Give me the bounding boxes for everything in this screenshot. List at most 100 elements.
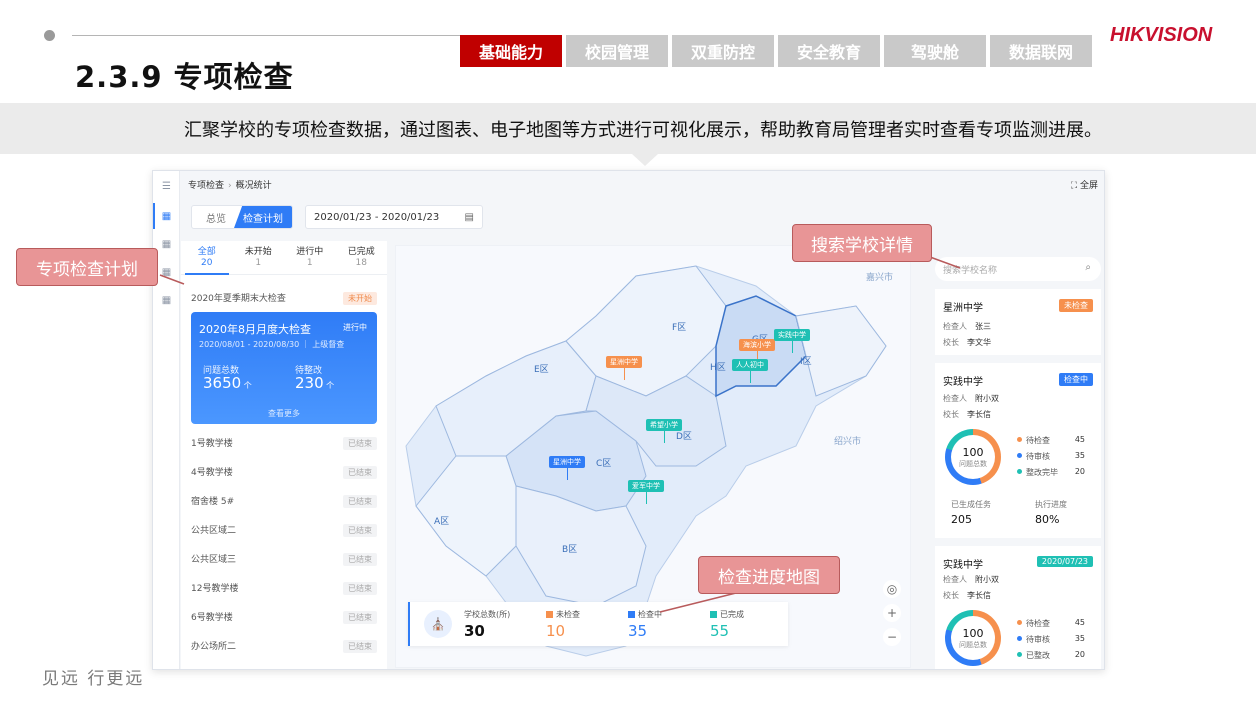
issues-number: 3650 (203, 374, 242, 392)
zoom-out-button[interactable]: − (883, 628, 901, 646)
issue-donut-chart: 100 问题总数 (945, 429, 1001, 485)
kv-value: 附小双 (975, 394, 999, 403)
filter-tab-in-progress[interactable]: 进行中 1 (284, 241, 336, 274)
plan-panel: 全部 20 未开始 1 进行中 1 已完成 18 2020年夏季期末大检查 未开始 20… (181, 241, 388, 669)
stat-value: 35 (628, 622, 648, 640)
callout-search: 搜索学校详情 (792, 224, 932, 262)
grid-icon[interactable]: ▦ (161, 295, 172, 306)
school-card[interactable]: 星洲中学 未检查 检查人 张三 校长 李文华 (935, 289, 1101, 355)
app-window: ☰ ▦ ▦ ▦ ▦ 专项检查 › 概况统计 ⛶ 全屏 总览 检查计划 2020/01… (152, 170, 1105, 670)
active-plan-card[interactable]: 2020年8月月度大检查 进行中 2020/08/01 - 2020/08/30… (191, 312, 377, 424)
stat-label: 检查中 (628, 609, 662, 620)
kv-label: 校长 (943, 338, 959, 347)
plan-item-name: 2020年夏季期末大检查 (191, 294, 286, 304)
slide-title: 2.3.9 专项检查 (75, 60, 294, 94)
plan-item[interactable]: 4号教学楼 已结束 (191, 465, 377, 481)
school-card[interactable]: 实践中学 2020/07/23 检查人 附小双 校长 李长信 100 问题总数 待检查… (935, 546, 1101, 669)
kv-label: 检查人 (943, 322, 967, 331)
school-card[interactable]: 实践中学 检查中 检查人 附小双 校长 李长信 100 问题总数 待检查 45 待审核 3… (935, 363, 1101, 538)
kv-label: 校长 (943, 410, 959, 419)
progress-stat: 执行进度 80% (1035, 499, 1067, 526)
zoom-in-button[interactable]: + (883, 604, 901, 622)
nav-tab-cockpit[interactable]: 驾驶舱 (884, 35, 986, 67)
plan-item[interactable]: 2020年夏季期末大检查 未开始 (191, 291, 377, 307)
school-pin[interactable]: 星洲中学 (549, 456, 585, 480)
nav-tab-campus[interactable]: 校园管理 (566, 35, 668, 67)
school-pin[interactable]: 爱军中学 (628, 480, 664, 504)
school-pin[interactable]: 星洲中学 (606, 356, 642, 380)
nav-tab-dual-control[interactable]: 双重防控 (672, 35, 774, 67)
plan-item[interactable]: 办公场所二 已结束 (191, 639, 377, 655)
plan-item-name: 12号教学楼 (191, 584, 239, 594)
menu-icon[interactable]: ☰ (161, 181, 172, 192)
legend-item: 待审核 35 (1017, 634, 1093, 645)
mini-label: 已生成任务 (951, 500, 991, 509)
stat-total: 学校总数(所) 30 (464, 609, 510, 640)
view-more-link[interactable]: 查看更多 (191, 408, 377, 419)
slide-subtitle: 汇聚学校的专项检查数据，通过图表、电子地图等方式进行可视化展示，帮助教育局管理者… (184, 119, 1102, 141)
plan-date: 2020/08/01 - 2020/08/30 (199, 340, 300, 349)
legend-value: 35 (1074, 451, 1085, 460)
plan-card-status: 进行中 (343, 323, 367, 332)
plan-item[interactable]: 公共区域二 已结束 (191, 523, 377, 539)
date-range-picker[interactable]: 2020/01/23 - 2020/01/23 ▤ (305, 205, 483, 229)
mini-value: 80% (1035, 513, 1060, 526)
stat-unchecked: 未检查 10 (546, 609, 580, 640)
donut-value: 100 (962, 446, 984, 459)
school-pin[interactable]: 希望小学 (646, 419, 682, 443)
issue-donut-chart: 100 问题总数 (945, 610, 1001, 666)
fullscreen-button[interactable]: ⛶ 全屏 (1071, 178, 1098, 191)
school-pin[interactable]: 实践中学 (774, 329, 810, 353)
donut-label: 问题总数 (959, 641, 987, 649)
slogan: 见远 行更远 (42, 669, 145, 689)
filter-tab-completed[interactable]: 已完成 18 (336, 241, 388, 274)
legend-dot (1017, 652, 1022, 657)
grid-icon[interactable]: ▦ (161, 267, 172, 278)
date-range-value: 2020/01/23 - 2020/01/23 (314, 211, 440, 223)
left-rail: ☰ ▦ ▦ ▦ ▦ (153, 171, 180, 669)
plan-card-date: 2020/08/01 - 2020/08/30 ｜ 上级督查 (199, 340, 345, 349)
pending-value: 230 个 (295, 374, 334, 392)
legend-value: 45 (1074, 435, 1085, 444)
plan-item[interactable]: 12号教学楼 已结束 (191, 581, 377, 597)
legend-item: 整改完毕 20 (1017, 467, 1093, 478)
filter-count: 18 (355, 258, 367, 268)
plan-item[interactable]: 1号教学楼 已结束 (191, 436, 377, 452)
slide: 2.3.9 专项检查 基础能力 校园管理 双重防控 安全教育 驾驶舱 数据联网 … (0, 0, 1256, 705)
plan-item[interactable]: 6号教学楼 已结束 (191, 610, 377, 626)
nav-tab-data-network[interactable]: 数据联网 (990, 35, 1092, 67)
locate-icon[interactable]: ◎ (883, 580, 901, 598)
plan-item[interactable]: 宿舍楼 5# 已结束 (191, 494, 377, 510)
grid-icon[interactable]: ▦ (161, 211, 172, 222)
progress-map[interactable]: A区 B区 C区 D区 E区 F区 H区 I区 G区 嘉兴市 绍兴市 星洲中学 … (395, 245, 911, 668)
school-name: 实践中学 (943, 560, 983, 571)
kv-value: 李长信 (967, 410, 991, 419)
nav-tab-safety-edu[interactable]: 安全教育 (778, 35, 880, 67)
school-pin[interactable]: 海滨小学 (739, 339, 775, 363)
kv-value: 李长信 (967, 591, 991, 600)
filter-tab-not-started[interactable]: 未开始 1 (233, 241, 285, 274)
filter-tab-all[interactable]: 全部 20 (181, 241, 233, 275)
grid-icon[interactable]: ▦ (161, 239, 172, 250)
subtitle-band: 汇聚学校的专项检查数据，通过图表、电子地图等方式进行可视化展示，帮助教育局管理者… (0, 103, 1256, 154)
kv-value: 张三 (975, 322, 991, 331)
plan-item[interactable]: 公共区域三 已结束 (191, 552, 377, 568)
legend-item: 待检查 45 (1017, 618, 1093, 629)
nav-tab-basic[interactable]: 基础能力 (460, 35, 562, 67)
plan-card-title: 2020年8月月度大检查 (199, 323, 311, 336)
school-search-input[interactable]: 搜索学校名称 ⌕ (935, 257, 1101, 281)
kv-label: 校长 (943, 591, 959, 600)
region-label: I区 (800, 357, 812, 367)
kv-value: 附小双 (975, 575, 999, 584)
breadcrumb-item[interactable]: 专项检查 (188, 181, 224, 191)
search-icon[interactable]: ⌕ (1085, 262, 1091, 273)
filter-label: 全部 (197, 247, 216, 257)
segment-overview[interactable]: 总览 (192, 206, 240, 228)
stat-label-text: 已完成 (720, 610, 744, 619)
expand-icon: ⛶ (1070, 181, 1080, 191)
school-pin[interactable]: 人人初中 (732, 359, 768, 383)
stat-label-text: 未检查 (556, 610, 580, 619)
mini-value: 205 (951, 513, 972, 526)
segment-plan[interactable]: 检查计划 (234, 206, 292, 228)
chevron-right-icon: › (228, 181, 232, 191)
